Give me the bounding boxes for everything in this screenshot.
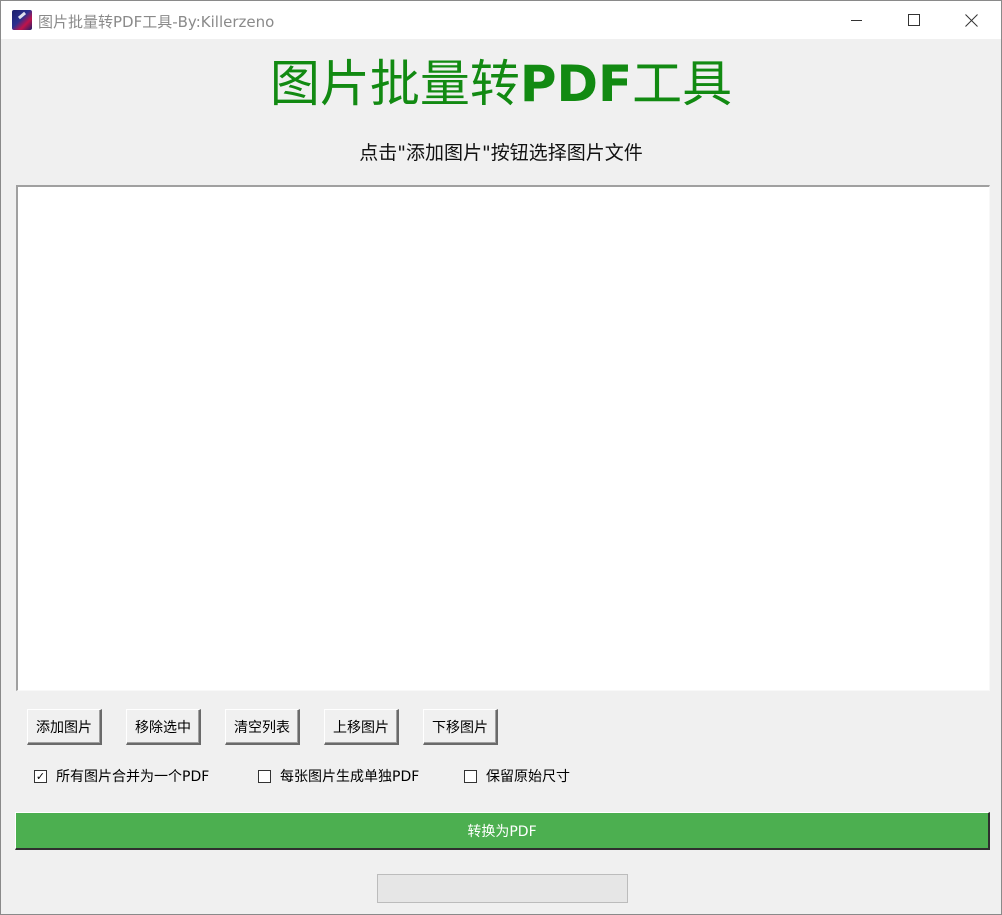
app-icon — [12, 10, 32, 30]
merge-all-label: 所有图片合并为一个PDF — [56, 769, 210, 785]
keep-size-option[interactable]: 保留原始尺寸 — [464, 767, 570, 785]
keep-size-checkbox[interactable] — [464, 769, 477, 783]
move-down-button[interactable]: 下移图片 — [423, 709, 498, 745]
add-images-button[interactable]: 添加图片 — [27, 709, 102, 745]
page-title-part3: 工具 — [632, 55, 733, 113]
page-title-part2: PDF — [519, 55, 633, 113]
separate-pdf-checkbox[interactable] — [258, 769, 271, 783]
merge-all-checkbox[interactable]: ✓ — [34, 769, 47, 783]
app-window: 图片批量转PDF工具-By:Killerzeno 图片批量转PDF工具 点击"添… — [0, 0, 1002, 915]
convert-button[interactable]: 转换为PDF — [15, 812, 990, 850]
minimize-icon — [850, 19, 862, 21]
maximize-icon — [908, 14, 920, 26]
window-title: 图片批量转PDF工具-By:Killerzeno — [38, 13, 275, 31]
page-title-part1: 图片批量转 — [269, 55, 520, 113]
title-bar: 图片批量转PDF工具-By:Killerzeno — [1, 1, 1001, 39]
instruction-text: 点击"添加图片"按钮选择图片文件 — [359, 142, 643, 164]
close-button[interactable] — [943, 1, 1001, 39]
merge-all-option[interactable]: ✓ 所有图片合并为一个PDF — [34, 767, 209, 785]
separate-pdf-option[interactable]: 每张图片生成单独PDF — [258, 767, 419, 785]
separate-pdf-label: 每张图片生成单独PDF — [280, 769, 420, 785]
keep-size-label: 保留原始尺寸 — [486, 769, 570, 785]
close-icon — [965, 13, 979, 27]
progress-bar — [377, 874, 628, 903]
page-title: 图片批量转PDF工具 — [1, 53, 1001, 115]
maximize-button[interactable] — [885, 1, 943, 39]
minimize-button[interactable] — [827, 1, 885, 39]
clear-list-button[interactable]: 清空列表 — [225, 709, 300, 745]
remove-selected-button[interactable]: 移除选中 — [126, 709, 201, 745]
move-up-button[interactable]: 上移图片 — [324, 709, 399, 745]
image-listbox[interactable] — [16, 185, 990, 691]
